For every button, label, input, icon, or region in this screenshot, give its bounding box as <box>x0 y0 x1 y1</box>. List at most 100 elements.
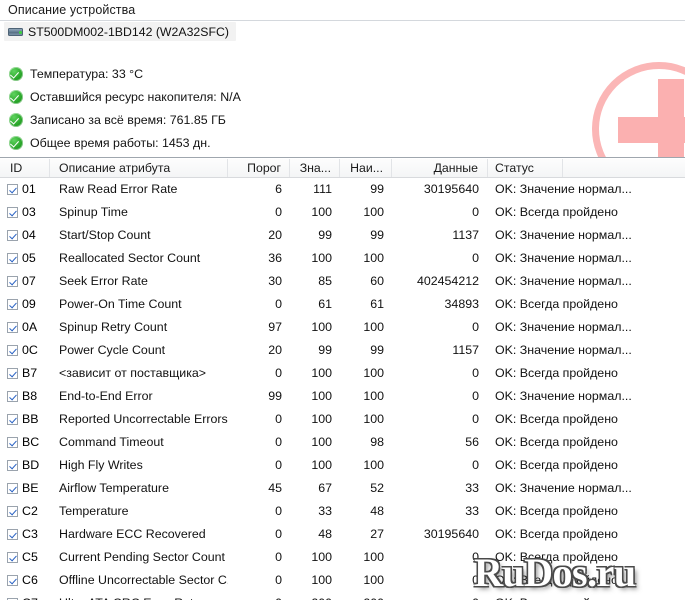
cell-description: Current Pending Sector Count <box>50 546 228 569</box>
table-row[interactable]: B7<зависит от поставщика>01001000OK: Все… <box>0 362 685 385</box>
status-line-total-written: Записано за всё время: 761.85 ГБ <box>9 112 226 128</box>
cell-status: OK: Значение нормал... <box>488 339 638 362</box>
cell-data: 1137 <box>392 224 488 247</box>
column-header-id[interactable]: ID <box>0 159 50 177</box>
row-checkbox[interactable] <box>7 529 18 540</box>
row-checkbox[interactable] <box>7 414 18 425</box>
cell-description: Power-On Time Count <box>50 293 228 316</box>
cell-status: OK: Значение нормал... <box>488 247 638 270</box>
cell-worst: 100 <box>340 546 392 569</box>
row-checkbox[interactable] <box>7 368 18 379</box>
cell-id: 03 <box>22 201 36 224</box>
cell-worst: 100 <box>340 316 392 339</box>
cell-value: 100 <box>290 546 340 569</box>
cell-worst: 100 <box>340 408 392 431</box>
column-header-data[interactable]: Данные <box>392 159 488 177</box>
row-checkbox[interactable] <box>7 230 18 241</box>
table-row[interactable]: BDHigh Fly Writes01001000OK: Всегда прой… <box>0 454 685 477</box>
ok-check-icon <box>9 90 23 104</box>
cell-value: 100 <box>290 362 340 385</box>
cell-value: 100 <box>290 408 340 431</box>
table-row[interactable]: C2Temperature0334833OK: Всегда пройдено <box>0 500 685 523</box>
cell-id: 05 <box>22 247 36 270</box>
table-row[interactable]: 0ASpinup Retry Count971001000OK: Значени… <box>0 316 685 339</box>
row-checkbox[interactable] <box>7 322 18 333</box>
cell-status: OK: Всегда пройдено <box>488 523 638 546</box>
cell-value: 200 <box>290 592 340 600</box>
cell-threshold: 97 <box>228 316 290 339</box>
cell-value: 99 <box>290 224 340 247</box>
cell-data: 1157 <box>392 339 488 362</box>
cell-description: Reported Uncorrectable Errors <box>50 408 228 431</box>
cell-data: 0 <box>392 569 488 592</box>
cell-worst: 99 <box>340 178 392 201</box>
cell-id: C5 <box>22 546 38 569</box>
column-header-value[interactable]: Зна... <box>290 159 340 177</box>
cell-data: 0 <box>392 454 488 477</box>
table-header-row: ID Описание атрибута Порог Зна... Наи...… <box>0 159 685 178</box>
row-checkbox[interactable] <box>7 483 18 494</box>
table-row[interactable]: BCCommand Timeout01009856OK: Всегда прой… <box>0 431 685 454</box>
table-row[interactable]: B8End-to-End Error991001000OK: Значение … <box>0 385 685 408</box>
row-checkbox[interactable] <box>7 552 18 563</box>
table-row[interactable]: 03Spinup Time01001000OK: Всегда пройдено <box>0 201 685 224</box>
cell-worst: 60 <box>340 270 392 293</box>
cell-worst: 100 <box>340 247 392 270</box>
cell-threshold: 0 <box>228 431 290 454</box>
row-checkbox[interactable] <box>7 299 18 310</box>
cell-id: 04 <box>22 224 36 247</box>
row-checkbox[interactable] <box>7 460 18 471</box>
cell-worst: 61 <box>340 293 392 316</box>
ok-check-icon <box>9 136 23 150</box>
table-row[interactable]: C7Ultra ATA CRC Error Rate02002000OK: Вс… <box>0 592 685 600</box>
table-row[interactable]: 01Raw Read Error Rate61119930195640OK: З… <box>0 178 685 201</box>
device-description-panel: Описание устройства ST500DM002-1BD142 (W… <box>0 0 685 158</box>
table-row[interactable]: 09Power-On Time Count0616134893OK: Всегд… <box>0 293 685 316</box>
cell-status: OK: Значение нормал... <box>488 477 638 500</box>
column-header-worst[interactable]: Наи... <box>340 159 392 177</box>
cell-worst: 99 <box>340 339 392 362</box>
column-header-description[interactable]: Описание атрибута <box>50 159 228 177</box>
table-body: 01Raw Read Error Rate61119930195640OK: З… <box>0 178 685 600</box>
table-row[interactable]: 04Start/Stop Count2099991137OK: Значение… <box>0 224 685 247</box>
row-checkbox[interactable] <box>7 506 18 517</box>
table-row[interactable]: C6Offline Uncorrectable Sector C...01001… <box>0 569 685 592</box>
cell-id: 09 <box>22 293 36 316</box>
row-checkbox[interactable] <box>7 345 18 356</box>
row-checkbox[interactable] <box>7 437 18 448</box>
column-header-threshold[interactable]: Порог <box>228 159 290 177</box>
row-checkbox[interactable] <box>7 575 18 586</box>
row-checkbox[interactable] <box>7 253 18 264</box>
device-tab[interactable]: ST500DM002-1BD142 (W2A32SFC) <box>4 22 236 41</box>
cell-threshold: 0 <box>228 500 290 523</box>
row-checkbox[interactable] <box>7 184 18 195</box>
table-row[interactable]: 0CPower Cycle Count2099991157OK: Значени… <box>0 339 685 362</box>
cell-status: OK: Всегда пройдено <box>488 592 638 600</box>
cell-description: Start/Stop Count <box>50 224 228 247</box>
cell-id: BE <box>22 477 39 500</box>
row-checkbox[interactable] <box>7 391 18 402</box>
row-checkbox[interactable] <box>7 276 18 287</box>
cell-threshold: 36 <box>228 247 290 270</box>
cell-status: OK: Всегда пройдено <box>488 408 638 431</box>
cell-description: Hardware ECC Recovered <box>50 523 228 546</box>
cell-id: B8 <box>22 385 37 408</box>
table-row[interactable]: C3Hardware ECC Recovered0482730195640OK:… <box>0 523 685 546</box>
row-checkbox[interactable] <box>7 207 18 218</box>
table-row[interactable]: BEAirflow Temperature45675233OK: Значени… <box>0 477 685 500</box>
cell-threshold: 0 <box>228 523 290 546</box>
cell-worst: 100 <box>340 201 392 224</box>
column-header-status[interactable]: Статус <box>488 159 563 177</box>
table-row[interactable]: 05Reallocated Sector Count361001000OK: З… <box>0 247 685 270</box>
cell-status: OK: Значение нормал... <box>488 316 638 339</box>
table-row[interactable]: 07Seek Error Rate308560402454212OK: Знач… <box>0 270 685 293</box>
table-row[interactable]: C5Current Pending Sector Count01001000OK… <box>0 546 685 569</box>
cell-description: Reallocated Sector Count <box>50 247 228 270</box>
table-row[interactable]: BBReported Uncorrectable Errors01001000O… <box>0 408 685 431</box>
device-model-label: ST500DM002-1BD142 (W2A32SFC) <box>28 25 229 39</box>
status-line-power-on-time: Общее время работы: 1453 дн. <box>9 135 211 151</box>
cell-value: 100 <box>290 201 340 224</box>
cell-threshold: 20 <box>228 224 290 247</box>
cell-status: OK: Всегда пройдено <box>488 293 638 316</box>
cell-data: 0 <box>392 546 488 569</box>
